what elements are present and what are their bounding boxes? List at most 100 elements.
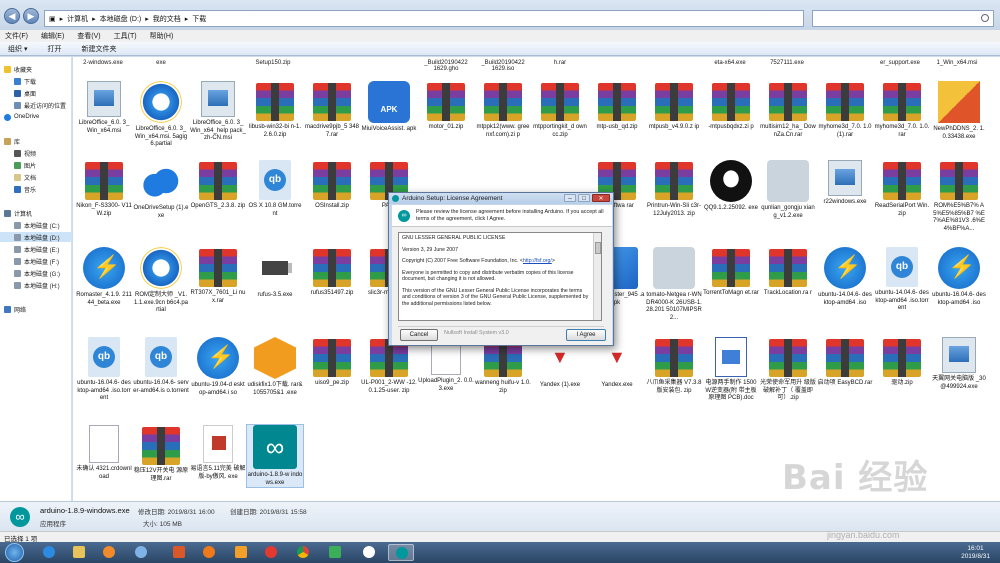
taskbar-arduino[interactable] [388,544,414,561]
menu-file[interactable]: 文件(F) [5,31,28,41]
file-item[interactable]: RT307X_7601_Li nux.rar [190,247,246,305]
i-agree-button[interactable]: I Agree [566,329,606,341]
file-item[interactable]: 光荣使命军用升 级版破解补丁（ 覆盖即可）.zip [760,337,816,403]
file-item[interactable]: myhome3d_7.0. 1.0.rar [874,81,930,139]
sidebar-item-drive-e[interactable]: 本地磁盘 (E:) [14,244,59,254]
file-item[interactable]: Printrun-Win-Sli c3r-12July2013. zip [646,160,702,218]
file-item[interactable]: mtp-usb_qd.zip [589,81,645,132]
minimize-button[interactable]: – [564,194,576,202]
file-item[interactable]: Nikon_F-S3300- V11W.zip [76,160,132,218]
file-label[interactable]: Setup150.zip [245,60,301,66]
close-button[interactable]: ✕ [592,194,610,202]
file-item[interactable]: ubuntu-16.04.6- desktop-amd64 .iso [931,247,987,307]
search-input[interactable] [812,10,994,27]
file-item[interactable]: mtppk12(www. greenxf.com).zi p [475,81,531,139]
file-item[interactable]: -mtpusbqdxz.zi p [703,81,759,132]
menu-tools[interactable]: 工具(T) [114,31,137,41]
sidebar-item-documents[interactable]: 文档 [14,172,36,182]
sidebar-item-drive-f[interactable]: 本地磁盘 (F:) [14,256,59,266]
fsf-link[interactable]: http://fsf.org/ [523,258,552,264]
back-button[interactable]: ◀ [4,8,20,24]
file-item[interactable]: ReadSerialPort Win.zip [874,160,930,218]
maximize-button[interactable]: □ [578,194,590,202]
file-item[interactable]: uiso9_pe.zip [304,337,360,388]
menu-help[interactable]: 帮助(H) [150,31,174,41]
file-label[interactable]: _Build20190422 1629.iso [475,60,531,72]
file-item[interactable]: mtpportingkit_d owncc.zip [532,81,588,139]
sidebar-item-videos[interactable]: 视频 [14,148,36,158]
file-item[interactable]: ubuntu-16.04.6- desktop-amd64 .iso.torre… [76,337,132,403]
file-item[interactable]: ubuntu-16.04.6- server-amd64.is o.torren… [133,337,189,395]
sidebar-item-drive-g[interactable]: 本地磁盘 (G:) [14,268,60,278]
sidebar-item-drive-d[interactable]: 本地磁盘 (D:) [0,232,72,242]
file-item[interactable]: NewPhDDNS_2. 1.0.33438.exe [931,81,987,141]
sidebar-item-drive-h[interactable]: 本地磁盘 (H:) [14,280,60,290]
file-item[interactable]: tomato-Netgea r-WNDR4000-K 26USB-1.28.20… [646,247,702,322]
breadcrumb-documents[interactable]: 我的文档 [153,14,181,24]
sidebar-item-onedrive[interactable]: OneDrive [4,112,39,122]
scroll-thumb[interactable] [595,242,601,254]
file-item[interactable]: macdrive9pjb_5 3487.rar [304,81,360,139]
taskbar-firefox[interactable] [196,544,222,561]
file-item[interactable]: motor_01.zip [418,81,474,132]
sidebar-libraries[interactable]: 库 [4,136,20,146]
cancel-button[interactable]: Cancel [400,329,438,341]
file-label[interactable]: exe [133,60,189,66]
taskbar-clock[interactable]: 16:01 2019/8/31 [961,545,990,561]
organize-button[interactable]: 组织 ▾ [8,44,27,54]
forward-button[interactable]: ▶ [23,8,39,24]
sidebar-item-desktop[interactable]: 桌面 [14,88,36,98]
file-item[interactable]: multisim12_ha_ DownZa.Cn.rar [760,81,816,139]
sidebar-item-downloads[interactable]: 下载 [14,76,36,86]
file-item[interactable]: QQ9.1.2.25092. exe [703,160,759,213]
file-item[interactable]: Romaster_4.1.9. 21144_beta.exe [76,247,132,307]
menu-edit[interactable]: 编辑(E) [41,31,64,41]
file-item[interactable]: rufus-3.5.exe [247,247,303,300]
sidebar-item-recent[interactable]: 最近访问的位置 [14,100,66,110]
file-item[interactable]: ubuntu-14.04.6- desktop-amd64 .iso.torre… [874,247,930,313]
file-item[interactable]: TrackLocation.ra r [760,247,816,298]
file-label[interactable]: h.rar [532,60,588,66]
file-item[interactable]: ubuntu-14.04.6- desktop-amd64 .iso [817,247,873,307]
taskbar-chrome[interactable] [290,544,316,561]
taskbar-m-app[interactable] [322,544,348,561]
sidebar-favorites[interactable]: 收藏夹 [4,64,32,74]
file-item[interactable]: rufus351497.zip [304,247,360,298]
breadcrumb-computer[interactable]: 计算机 [67,14,88,24]
file-label[interactable]: 1_Win_x64.msi [929,60,985,66]
taskbar-yandex[interactable] [356,544,382,561]
menu-view[interactable]: 查看(V) [77,31,100,41]
file-item[interactable]: OneDriveSetup (1).exe [133,160,189,220]
file-item[interactable]: LibreOffice_6.0. 3_Win_x64.msi [76,81,132,135]
file-item[interactable]: 易语言5.11完美 破解版-by傲风. exe [190,425,246,481]
taskbar-netease[interactable] [258,544,284,561]
file-item[interactable]: ROM定制大师 _V1.1.1.exe.9cn b6c4.partial [133,247,189,315]
taskbar-ie[interactable] [36,544,62,561]
dialog-titlebar[interactable]: Arduino Setup: License Agreement – □ ✕ [389,193,613,204]
license-text-box[interactable]: GNU LESSER GENERAL PUBLIC LICENSE Versio… [398,232,602,321]
file-item[interactable]: LibreOffice_6.0. 3_Win_x64.msi. 5agig6.p… [133,81,189,149]
file-item[interactable]: libusb-win32-bi n-1.2.6.0.zip [247,81,303,139]
sidebar-item-drive-c[interactable]: 本地磁盘 (C:) [14,220,60,230]
file-item[interactable]: qunlian_gongju xiang_v1.2.exe [760,160,816,220]
file-label[interactable]: _Build20190422 1629.gho [418,60,474,72]
file-item[interactable]: udiskfix1.0下载. rar&1055705&1 .exe [247,337,303,397]
file-item[interactable]: 八爪鱼采集器 V7.3.8版安装包. zip [646,337,702,395]
address-bar[interactable]: ▣ ▸ 计算机 ▸ 本地磁盘 (D:) ▸ 我的文档 ▸ 下载 [44,10,804,27]
file-item[interactable]: OSInstall.zip [304,160,360,211]
file-item[interactable]: mtpusb_v4.9.0.z ip [646,81,702,132]
file-item[interactable]: 启动项 EasyBCD.rar [817,337,873,388]
file-item[interactable]: 天翼网关电脑版 _30@499924.exe [931,337,987,391]
breadcrumb-drive-d[interactable]: 本地磁盘 (D:) [100,14,142,24]
taskbar-pinwheel[interactable] [128,544,154,561]
search-icon[interactable] [981,14,989,22]
file-item[interactable]: myhome3d_7.0. 1.0 (1).rar [817,81,873,139]
open-button[interactable]: 打开 [47,44,61,54]
file-item[interactable]: arduino-1.8.9-w indows.exe [246,424,304,488]
file-item[interactable]: ROM%E5%B7% A5%E5%85%B7 %E7%AE%81V3 .6%E4… [931,160,987,233]
file-item[interactable]: LibreOffice_6.0. 3_Win_x64_help pack_zh-… [190,81,246,143]
file-item[interactable]: 稳压12V开关电 源原理图.rar [133,425,189,483]
taskbar-matlab[interactable] [166,544,192,561]
file-label[interactable]: er_support.exe [872,60,928,66]
file-item[interactable]: 驱动.zip [874,337,930,388]
